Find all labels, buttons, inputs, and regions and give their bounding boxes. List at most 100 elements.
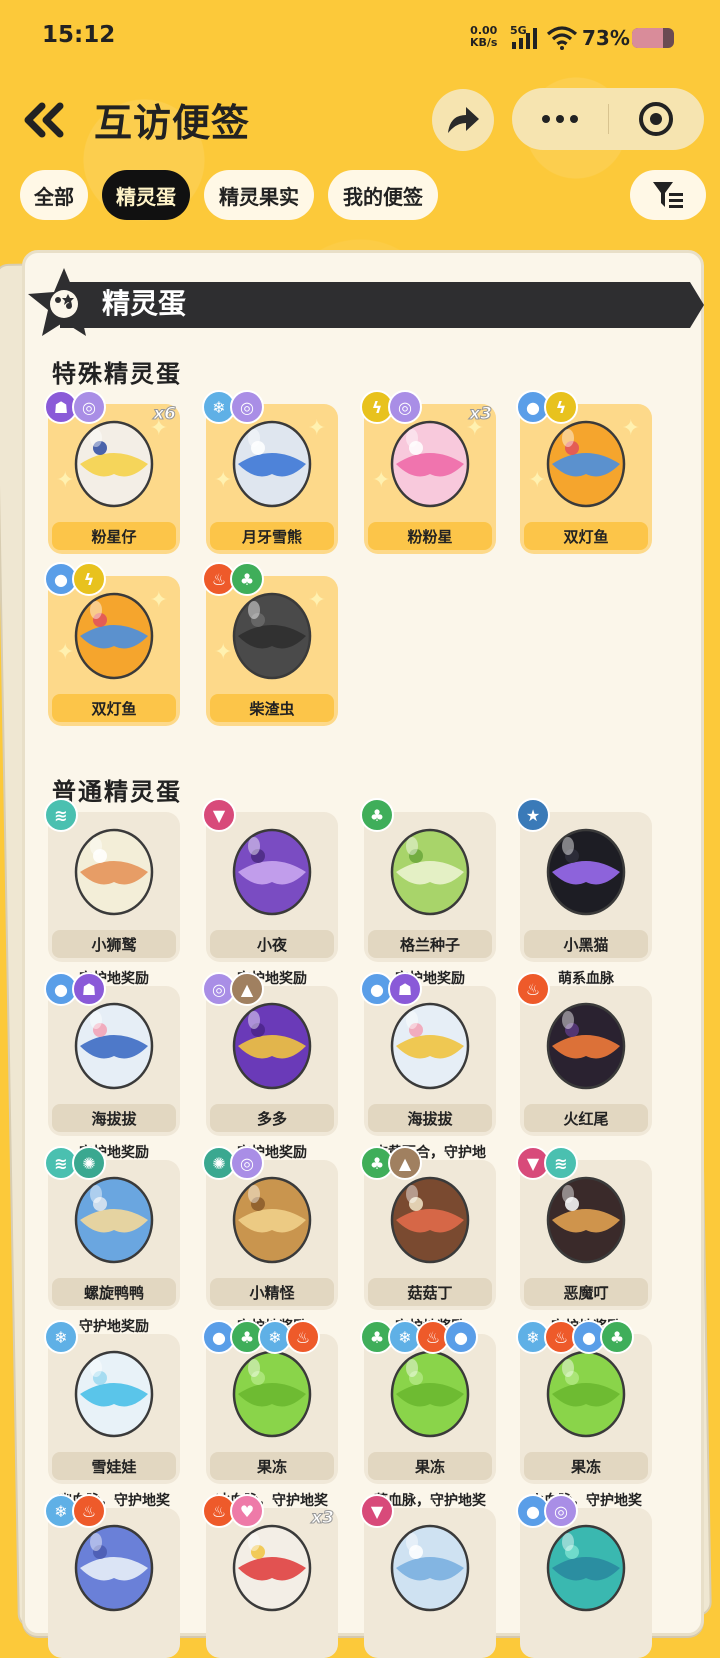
egg-icon: [232, 592, 312, 680]
egg-card[interactable]: ❄ 雪娃娃: [44, 1320, 180, 1484]
element-badges: ● ♣ ❄ ♨: [202, 1320, 320, 1354]
tab-spirit-egg[interactable]: 精灵蛋: [102, 170, 190, 220]
water-type-icon: ●: [444, 1320, 478, 1354]
egg-icon: [390, 420, 470, 508]
element-badges: ▼ ≋: [516, 1146, 578, 1180]
share-button[interactable]: [432, 89, 494, 151]
egg-card[interactable]: ♣ 格兰种子: [360, 798, 496, 962]
wind-type-icon: ≋: [44, 798, 78, 832]
egg-card[interactable]: ★ 小黑猫: [516, 798, 652, 962]
net-speed: 0.00 KB/s: [470, 25, 497, 49]
egg-icon: [390, 828, 470, 916]
egg-icon: [74, 1176, 154, 1264]
element-badges: ♣: [360, 798, 394, 832]
close-miniprogram-button[interactable]: [638, 101, 674, 137]
egg-name: 果冻: [210, 1452, 334, 1480]
rock-type-icon: ▲: [388, 1146, 422, 1180]
egg-card[interactable]: ● ☗ 海拔拔: [360, 972, 496, 1136]
egg-icon: [390, 1176, 470, 1264]
egg-card[interactable]: ♨ 火红尾: [516, 972, 652, 1136]
egg-name: 小精怪: [210, 1278, 334, 1306]
egg-icon: [546, 828, 626, 916]
egg-card[interactable]: ✺ ◎ 小精怪: [202, 1146, 338, 1310]
egg-icon: [74, 1002, 154, 1090]
target-circle-icon: [639, 102, 673, 136]
element-badges: ϟ ◎: [360, 390, 422, 424]
egg-card[interactable]: ♣ ❄ ♨ ● 果冻: [360, 1320, 496, 1484]
egg-card[interactable]: ✦ ✦ ♨ ♣ 柴渣虫: [202, 562, 338, 726]
egg-icon: [232, 1002, 312, 1090]
egg-name: 螺旋鸭鸭: [52, 1278, 176, 1306]
egg-name: 粉星仔: [52, 522, 176, 550]
egg-card[interactable]: ● ♣ ❄ ♨ 果冻: [202, 1320, 338, 1484]
mech-type-icon: ✺: [72, 1146, 106, 1180]
electric-type-icon: ϟ: [544, 390, 578, 424]
demon-type-icon: ▼: [360, 1494, 394, 1528]
psychic-type-icon: ◎: [388, 390, 422, 424]
egg-card[interactable]: ▼ 小夜: [202, 798, 338, 962]
egg-card[interactable]: ❄ ♨: [44, 1494, 180, 1658]
electric-type-icon: ϟ: [72, 562, 106, 596]
egg-card[interactable]: ● ◎: [516, 1494, 652, 1658]
element-badges: ● ϟ: [516, 390, 578, 424]
egg-icon: [546, 1524, 626, 1612]
egg-card[interactable]: ✦ ✦ ● ϟ 双灯鱼: [44, 562, 180, 726]
egg-card[interactable]: ♣ ▲ 菇菇丁: [360, 1146, 496, 1310]
egg-name: 月牙雪熊: [210, 522, 334, 550]
tab-all[interactable]: 全部: [20, 170, 88, 220]
egg-name: 小黑猫: [524, 930, 648, 958]
element-badges: ♣ ▲: [360, 1146, 422, 1180]
tab-my-notes[interactable]: 我的便签: [328, 170, 438, 220]
egg-icon: [232, 1176, 312, 1264]
egg-name: 粉粉星: [368, 522, 492, 550]
egg-icon: [546, 1002, 626, 1090]
element-badges: ★: [516, 798, 550, 832]
egg-icon: [232, 1524, 312, 1612]
egg-name: 柴渣虫: [210, 694, 334, 722]
battery-fill: [632, 28, 663, 48]
egg-icon: [74, 828, 154, 916]
egg-card[interactable]: ≋ ✺ 螺旋鸭鸭: [44, 1146, 180, 1310]
filter-button[interactable]: [630, 170, 706, 220]
egg-name: 火红尾: [524, 1104, 648, 1132]
grass-type-icon: ♣: [600, 1320, 634, 1354]
egg-count: x3: [469, 404, 493, 425]
page-title: 互访便签: [94, 101, 251, 145]
egg-card[interactable]: ≋ 小狮鹫: [44, 798, 180, 962]
more-button[interactable]: [512, 88, 608, 150]
egg-card[interactable]: ✦ ✦ ● ϟ 双灯鱼: [516, 390, 652, 554]
egg-card[interactable]: ✦ ✦ ☗ ◎ x6 粉星仔: [44, 390, 180, 554]
egg-name: 恶魔叮: [524, 1278, 648, 1306]
element-badges: ✺ ◎: [202, 1146, 264, 1180]
back-button[interactable]: [20, 96, 70, 146]
egg-name: 果冻: [524, 1452, 648, 1480]
fire-type-icon: ♨: [286, 1320, 320, 1354]
egg-name: 双灯鱼: [52, 694, 176, 722]
egg-card[interactable]: ● ☗ 海拔拔: [44, 972, 180, 1136]
element-badges: ● ☗: [360, 972, 422, 1006]
egg-card[interactable]: ♨ ♥ x3: [202, 1494, 338, 1658]
egg-card[interactable]: ▼: [360, 1494, 496, 1658]
element-badges: ▼: [360, 1494, 394, 1528]
egg-card[interactable]: ▼ ≋ 恶魔叮: [516, 1146, 652, 1310]
egg-count: x6: [153, 404, 177, 425]
battery-icon: [632, 28, 674, 48]
fire-type-icon: ♨: [72, 1494, 106, 1528]
psychic-type-icon: ◎: [544, 1494, 578, 1528]
egg-card[interactable]: ✦ ✦ ❄ ◎ 月牙雪熊: [202, 390, 338, 554]
egg-card[interactable]: ✦ ✦ ϟ ◎ x3 粉粉星: [360, 390, 496, 554]
egg-card[interactable]: ◎ ▲ 多多: [202, 972, 338, 1136]
star-type-icon: ★: [516, 798, 550, 832]
egg-card[interactable]: ❄ ♨ ● ♣ 果冻: [516, 1320, 652, 1484]
egg-name: 格兰种子: [368, 930, 492, 958]
element-badges: ◎ ▲: [202, 972, 264, 1006]
egg-icon: [232, 1350, 312, 1438]
fairy-type-icon: ♥: [230, 1494, 264, 1528]
egg-name: 小狮鹫: [52, 930, 176, 958]
ghost-type-icon: ☗: [388, 972, 422, 1006]
egg-name: 双灯鱼: [524, 522, 648, 550]
battery-percent: 73%: [582, 26, 630, 50]
psychic-type-icon: ◎: [72, 390, 106, 424]
element-badges: ♨: [516, 972, 550, 1006]
tab-spirit-fruit[interactable]: 精灵果实: [204, 170, 314, 220]
